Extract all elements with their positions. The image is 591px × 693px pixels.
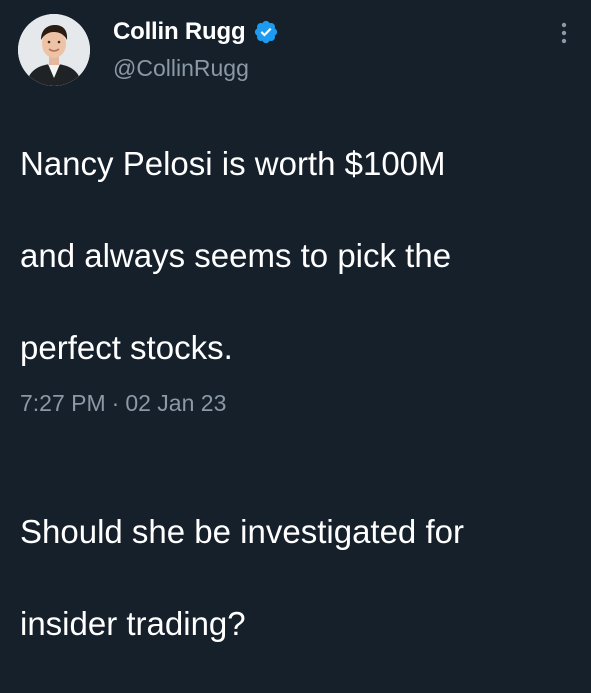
avatar[interactable] bbox=[18, 14, 90, 86]
tweet-text-line: and always seems to pick the bbox=[20, 237, 452, 274]
tweet-text-line: perfect stocks. bbox=[20, 329, 233, 366]
author-handle[interactable]: @CollinRugg bbox=[113, 55, 249, 82]
author-name-row: Collin Rugg bbox=[113, 14, 279, 50]
tweet-text-line: insider trading? bbox=[20, 605, 246, 642]
author-display-name[interactable]: Collin Rugg bbox=[113, 18, 246, 46]
tweet-text-line: Should she be investigated for bbox=[20, 513, 464, 550]
tweet-time: 7:27 PM bbox=[20, 390, 106, 416]
meta-separator: · bbox=[111, 390, 120, 416]
more-vertical-icon[interactable] bbox=[559, 20, 569, 46]
verified-badge-icon bbox=[253, 19, 279, 45]
tweet-text-blank-line bbox=[20, 417, 575, 463]
tweet-date: 02 Jan 23 bbox=[125, 390, 227, 416]
tweet-timestamp[interactable]: 7:27 PM · 02 Jan 23 bbox=[20, 390, 226, 417]
tweet-text-line: Nancy Pelosi is worth $100M bbox=[20, 145, 446, 182]
tweet-card: Collin Rugg @CollinRugg Nancy Pelosi is … bbox=[0, 0, 591, 642]
avatar-photo-icon bbox=[18, 14, 90, 86]
